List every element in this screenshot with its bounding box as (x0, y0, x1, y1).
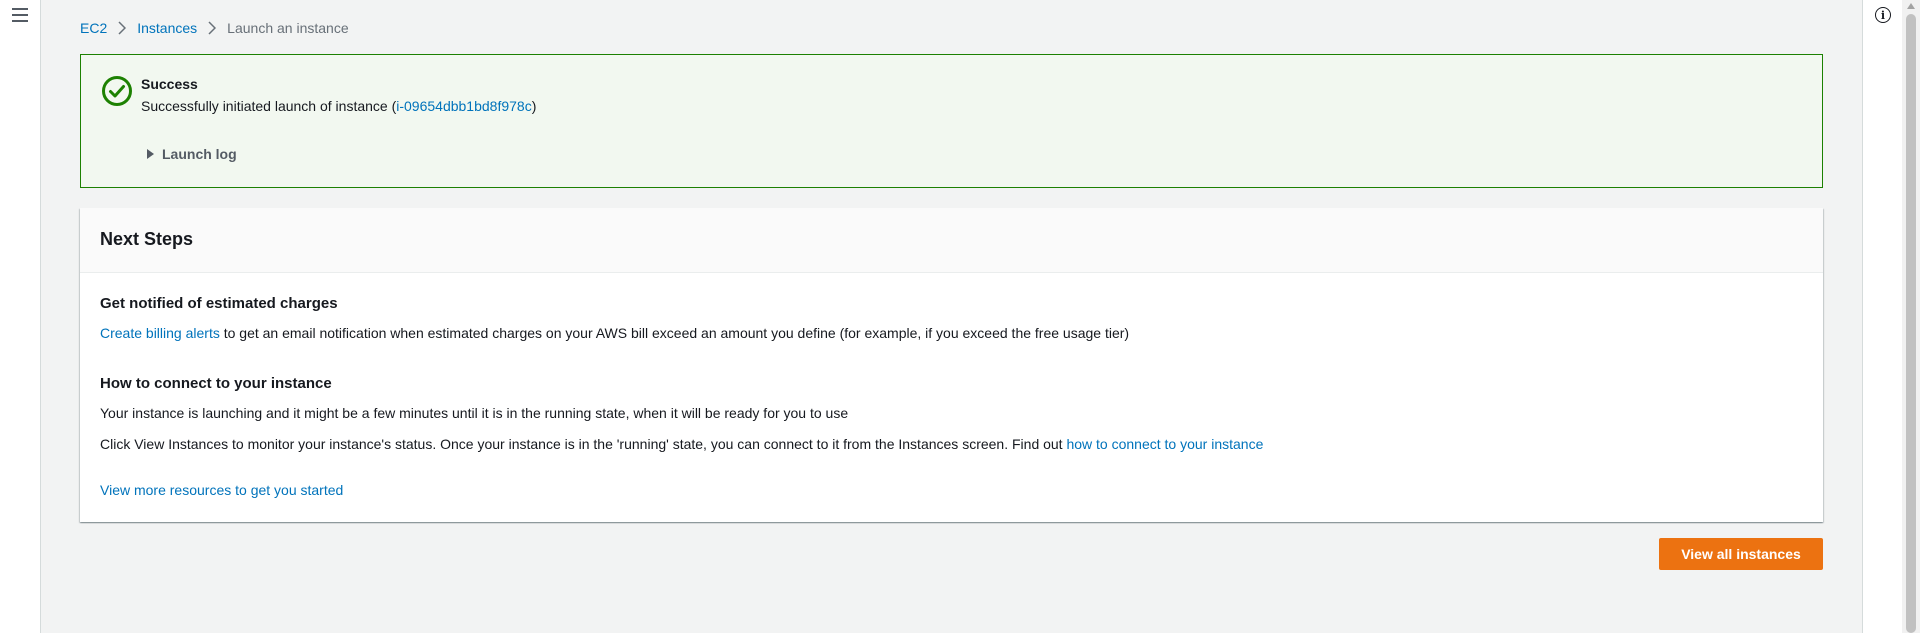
connect-line-2-text: Click View Instances to monitor your ins… (100, 436, 1067, 452)
info-icon[interactable]: i (1875, 7, 1891, 23)
breadcrumb-ec2[interactable]: EC2 (80, 20, 107, 36)
hamburger-menu-icon[interactable] (12, 8, 28, 22)
view-more-resources-link[interactable]: View more resources to get you started (100, 482, 343, 498)
resources-line: View more resources to get you started (100, 482, 343, 498)
breadcrumb: EC2 Instances Launch an instance (80, 20, 349, 36)
left-nav-rail (0, 0, 41, 633)
panel-header: Next Steps (80, 208, 1823, 273)
flash-message: Successfully initiated launch of instanc… (141, 98, 536, 114)
success-check-icon (102, 76, 132, 106)
how-to-connect-link[interactable]: how to connect to your instance (1066, 436, 1263, 452)
create-billing-alerts-link[interactable]: Create billing alerts (100, 325, 220, 341)
connect-heading: How to connect to your instance (100, 375, 332, 392)
success-flash-banner: Success Successfully initiated launch of… (80, 54, 1823, 188)
breadcrumb-instances[interactable]: Instances (137, 20, 197, 36)
chevron-right-icon (118, 21, 127, 35)
caret-right-icon (147, 149, 154, 159)
flash-title: Success (141, 76, 198, 92)
chevron-right-icon (208, 21, 217, 35)
launch-log-label: Launch log (162, 146, 237, 162)
launch-log-toggle[interactable]: Launch log (147, 146, 237, 162)
billing-heading: Get notified of estimated charges (100, 295, 338, 312)
flash-message-suffix: ) (531, 98, 537, 114)
billing-description: to get an email notification when estima… (219, 325, 1130, 341)
flash-message-prefix: Successfully initiated launch of instanc… (141, 98, 397, 114)
vertical-scrollbar[interactable] (1902, 0, 1920, 633)
instance-id-link[interactable]: i-09654dbb1bd8f978c (396, 98, 531, 114)
connect-line-1: Your instance is launching and it might … (100, 405, 849, 421)
next-steps-panel: Next Steps Get notified of estimated cha… (80, 208, 1823, 522)
scrollbar-thumb[interactable] (1906, 14, 1916, 633)
connect-line-2: Click View Instances to monitor your ins… (100, 436, 1263, 452)
scroll-up-arrow-icon[interactable] (1907, 3, 1915, 9)
panel-title: Next Steps (100, 229, 194, 249)
breadcrumb-current: Launch an instance (227, 20, 349, 36)
right-tools-rail: i (1862, 0, 1902, 633)
billing-text: Create billing alerts to get an email no… (100, 325, 1129, 341)
view-all-instances-button[interactable]: View all instances (1659, 538, 1823, 570)
